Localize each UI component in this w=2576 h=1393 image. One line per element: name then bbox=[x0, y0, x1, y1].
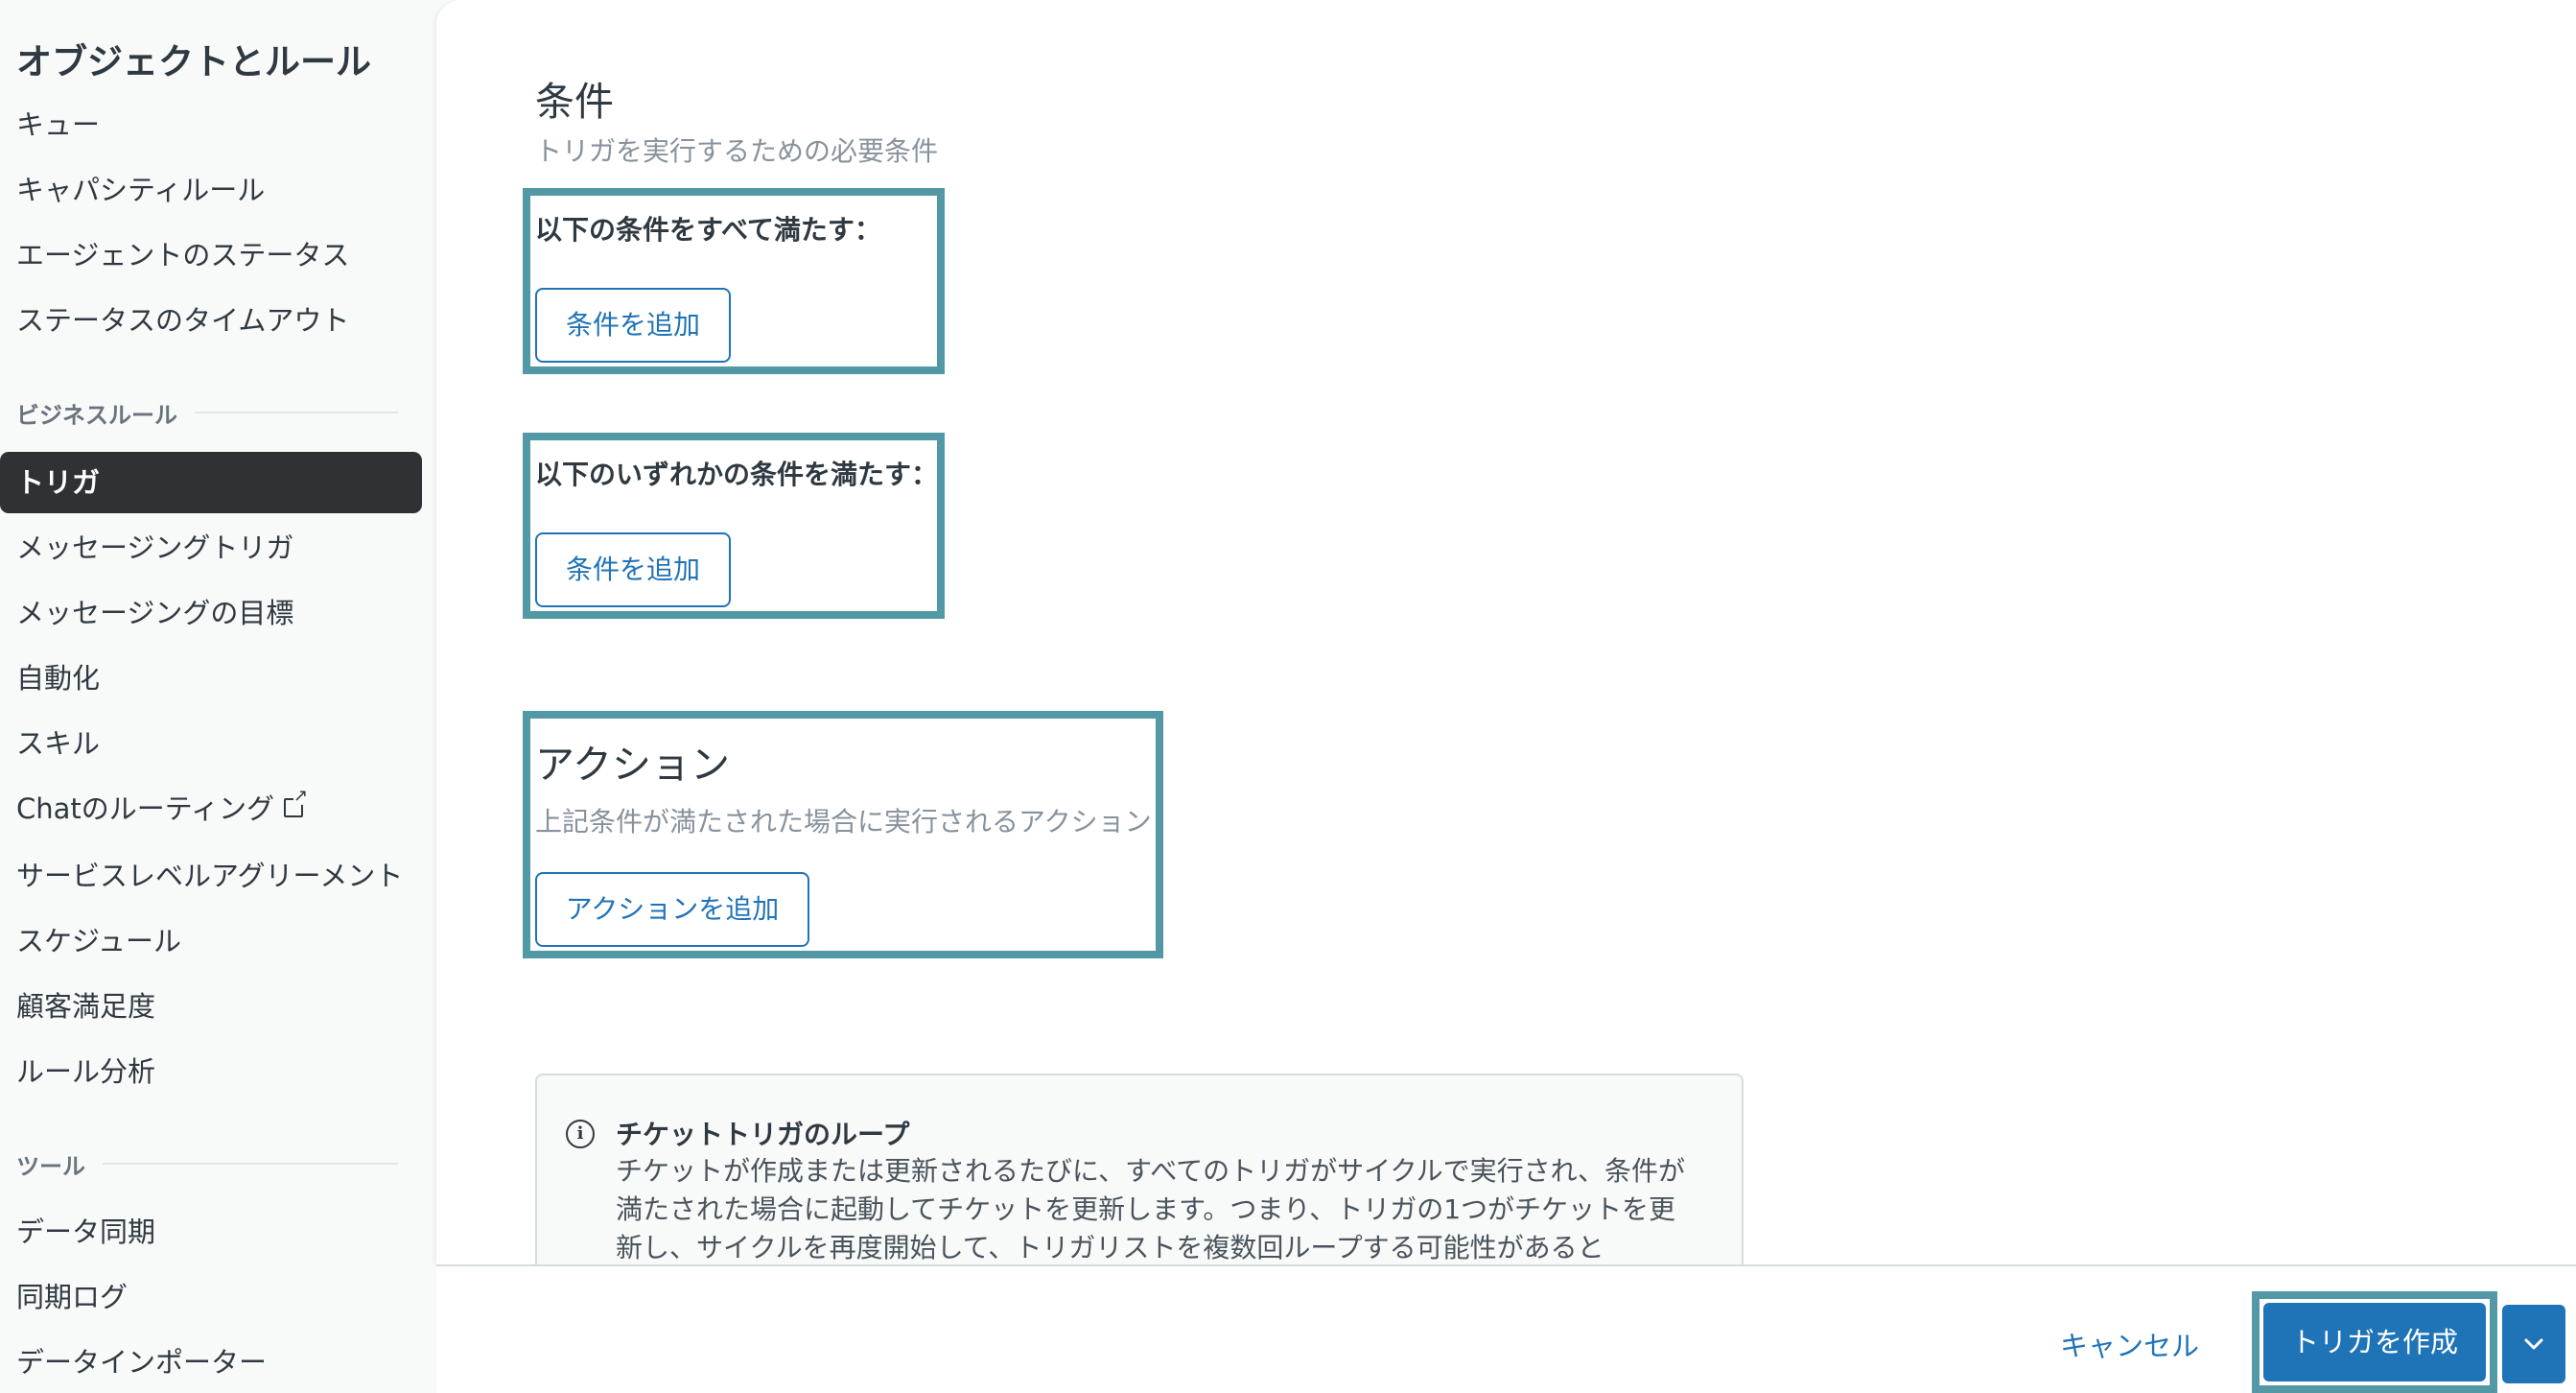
sidebar-item-queues[interactable]: キュー bbox=[0, 94, 422, 155]
all-conditions-group: 以下の条件をすべて満たす： 条件を追加 bbox=[523, 188, 945, 374]
section-divider bbox=[103, 1163, 398, 1165]
sidebar-item-sync-log[interactable]: 同期ログ bbox=[0, 1266, 422, 1328]
add-condition-button-any[interactable]: 条件を追加 bbox=[535, 532, 731, 607]
sidebar-item-capacity-rules[interactable]: キャパシティルール bbox=[0, 159, 422, 221]
any-conditions-label: 以下のいずれかの条件を満たす： bbox=[535, 459, 939, 490]
conditions-heading: 条件 bbox=[535, 79, 614, 125]
info-icon: i bbox=[566, 1120, 595, 1148]
all-conditions-label: 以下の条件をすべて満たす： bbox=[535, 214, 881, 246]
sidebar-section-business-rules: ビジネスルール bbox=[16, 398, 398, 429]
sidebar-item-agent-statuses[interactable]: エージェントのステータス bbox=[0, 224, 422, 286]
sidebar-item-sla[interactable]: サービスレベルアグリーメント bbox=[0, 845, 422, 907]
add-action-button[interactable]: アクションを追加 bbox=[535, 872, 809, 947]
notice-body: チケットが作成または更新されるたびに、すべてのトリガがサイクルで実行され、条件が… bbox=[616, 1155, 1685, 1263]
sidebar-section-tools: ツール bbox=[16, 1149, 398, 1180]
sidebar-item-schedules[interactable]: スケジュール bbox=[0, 910, 422, 972]
sidebar-item-status-timeouts[interactable]: ステータスのタイムアウト bbox=[0, 290, 422, 351]
sidebar-item-automations[interactable]: 自動化 bbox=[0, 648, 422, 709]
create-trigger-highlight: トリガを作成 bbox=[2252, 1291, 2497, 1393]
sidebar-item-skills[interactable]: スキル bbox=[0, 713, 422, 774]
chevron-down-icon bbox=[2524, 1338, 2543, 1350]
sidebar-title: オブジェクトとルール bbox=[16, 41, 371, 83]
sidebar-item-data-importer[interactable]: データインポーター bbox=[0, 1332, 422, 1393]
actions-heading: アクション bbox=[535, 742, 730, 788]
sidebar-item-messaging-goals[interactable]: メッセージングの目標 bbox=[0, 582, 422, 644]
section-divider bbox=[195, 412, 398, 413]
sidebar-item-rule-analysis[interactable]: ルール分析 bbox=[0, 1041, 422, 1102]
any-conditions-group: 以下のいずれかの条件を満たす： 条件を追加 bbox=[523, 433, 945, 619]
actions-description: 上記条件が満たされた場合に実行されるアクション bbox=[535, 806, 1152, 838]
notice-title: チケットトリガのループ bbox=[616, 1119, 910, 1150]
create-options-dropdown[interactable] bbox=[2502, 1305, 2565, 1383]
sidebar-item-chat-routing[interactable]: Chatのルーティング bbox=[0, 778, 422, 839]
actions-group: アクション 上記条件が満たされた場合に実行されるアクション アクションを追加 bbox=[523, 711, 1163, 958]
sidebar-section-label: ビジネスルール bbox=[16, 401, 177, 429]
add-condition-button-all[interactable]: 条件を追加 bbox=[535, 288, 731, 363]
sidebar-item-label: Chatのルーティング bbox=[16, 792, 275, 825]
sidebar-item-satisfaction[interactable]: 顧客満足度 bbox=[0, 976, 422, 1037]
trigger-loop-notice: i チケットトリガのループ チケットが作成または更新されるたびに、すべてのトリガ… bbox=[535, 1074, 1744, 1264]
sidebar-item-messaging-triggers[interactable]: メッセージングトリガ bbox=[0, 517, 422, 578]
sidebar-item-triggers[interactable]: トリガ bbox=[0, 452, 422, 513]
main-panel: 条件 トリガを実行するための必要条件 以下の条件をすべて満たす： 条件を追加 以… bbox=[436, 0, 2576, 1264]
create-trigger-button[interactable]: トリガを作成 bbox=[2263, 1303, 2486, 1381]
sidebar-section-label: ツール bbox=[16, 1152, 85, 1180]
sidebar: オブジェクトとルール キュー キャパシティルール エージェントのステータス ステ… bbox=[0, 0, 436, 1393]
sidebar-item-data-sync[interactable]: データ同期 bbox=[0, 1201, 422, 1263]
cancel-button[interactable]: キャンセル bbox=[2060, 1324, 2199, 1364]
external-link-icon bbox=[284, 788, 309, 817]
footer-bar: キャンセル トリガを作成 bbox=[436, 1264, 2576, 1393]
conditions-description: トリガを実行するための必要条件 bbox=[535, 135, 939, 167]
